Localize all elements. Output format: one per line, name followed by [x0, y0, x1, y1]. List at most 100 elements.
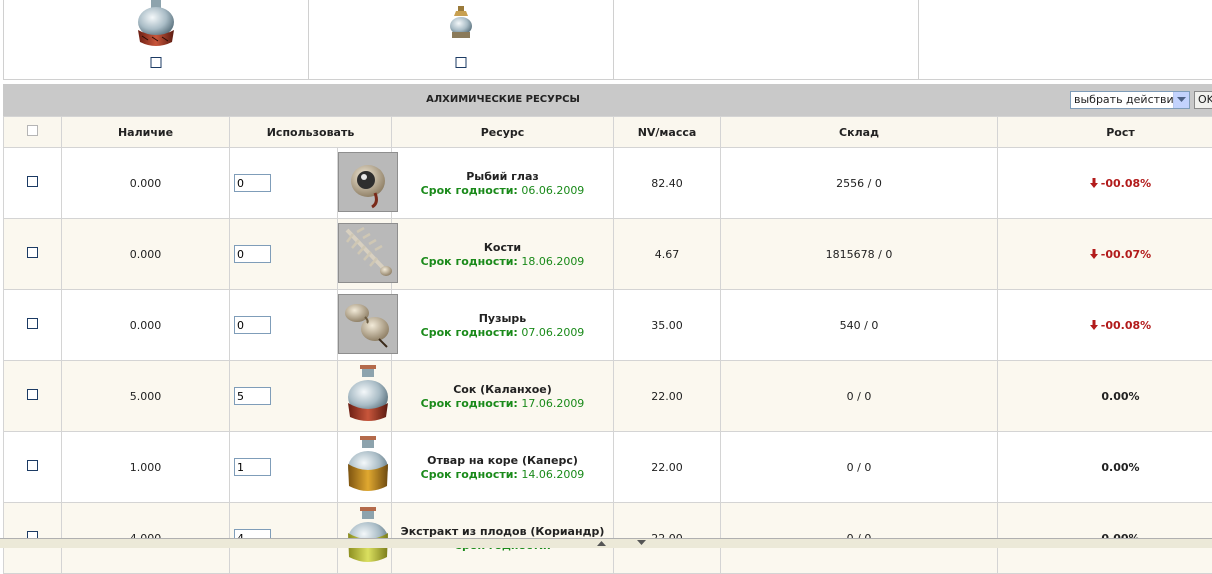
table-header-row: Наличие Использовать Ресурс NV/масса Скл…: [4, 117, 1212, 148]
row-checkbox[interactable]: [27, 460, 38, 471]
action-select[interactable]: выбрать действие: [1070, 91, 1190, 109]
growth-cell: 0.00%: [998, 361, 1212, 432]
expiry-info: Срок годности: 18.06.2009: [392, 255, 613, 268]
growth-text: -00.07%: [1101, 248, 1151, 261]
expiry-info: Срок годности: 06.06.2009: [392, 184, 613, 197]
expiry-date: 06.06.2009: [521, 184, 584, 197]
column-header-use: Использовать: [230, 117, 392, 148]
resource-name: Пузырь: [392, 312, 613, 325]
arrow-down-icon: [1090, 249, 1098, 259]
growth-value: 0.00%: [1101, 461, 1139, 474]
growth-value: -00.07%: [1090, 248, 1151, 261]
growth-text: -00.08%: [1101, 177, 1151, 190]
column-header-storage: Склад: [721, 117, 998, 148]
have-cell: 0.000: [62, 290, 230, 361]
row-checkbox[interactable]: [27, 247, 38, 258]
row-checkbox[interactable]: [27, 389, 38, 400]
expiry-date: 17.06.2009: [521, 397, 584, 410]
expiry-label: Срок годности:: [421, 184, 518, 197]
use-quantity-input[interactable]: [234, 458, 271, 476]
ok-button[interactable]: OK: [1194, 91, 1212, 109]
arrow-down-icon: [1090, 320, 1098, 330]
nv-mass-cell: 82.40: [614, 148, 721, 219]
row-checkbox[interactable]: [27, 318, 38, 329]
table-row: 5.000 Сок (Каланхое) Срок годности: 17.0…: [4, 361, 1212, 432]
growth-value: -00.08%: [1090, 177, 1151, 190]
storage-cell: 0 / 0: [721, 432, 998, 503]
expiry-info: Срок годности: 17.06.2009: [392, 397, 613, 410]
use-quantity-input[interactable]: [234, 174, 271, 192]
action-select-value: выбрать действие: [1074, 93, 1180, 106]
resource-cell: Рыбий глаз Срок годности: 06.06.2009: [392, 148, 614, 219]
potion-bottle-icon: [134, 0, 178, 50]
use-quantity-input[interactable]: [234, 316, 271, 334]
select-all-checkbox[interactable]: [27, 125, 38, 136]
have-cell: 5.000: [62, 361, 230, 432]
expiry-label: Срок годности:: [421, 326, 518, 339]
small-flask-icon: [446, 6, 476, 42]
nv-mass-cell: 4.67: [614, 219, 721, 290]
growth-value: 0.00%: [1101, 390, 1139, 403]
resource-cell: Сок (Каланхое) Срок годности: 17.06.2009: [392, 361, 614, 432]
growth-cell: 0.00%: [998, 432, 1212, 503]
select-checkbox[interactable]: [151, 57, 162, 68]
nv-mass-cell: 22.00: [614, 432, 721, 503]
previous-item-cell: [4, 0, 309, 79]
resource-name: Экстракт из плодов (Кориандр): [392, 525, 613, 538]
chevron-down-icon[interactable]: [1173, 92, 1189, 108]
bones-icon: [338, 223, 398, 283]
resource-name: Кости: [392, 241, 613, 254]
expiry-date: 18.06.2009: [521, 255, 584, 268]
expiry-info: Срок годности: 14.06.2009: [392, 468, 613, 481]
expiry-label: Срок годности:: [421, 255, 518, 268]
expiry-date: 14.06.2009: [521, 468, 584, 481]
resource-name: Отвар на коре (Каперс): [392, 454, 613, 467]
expiry-label: Срок годности:: [421, 468, 518, 481]
column-header-nv-mass: NV/масса: [614, 117, 721, 148]
use-quantity-input[interactable]: [234, 387, 271, 405]
scroll-up-icon[interactable]: [597, 540, 606, 546]
storage-cell: 1815678 / 0: [721, 219, 998, 290]
previous-item-cell: [614, 0, 919, 79]
table-row: 1.000 Отвар на коре (Каперс) Срок годнос…: [4, 432, 1212, 503]
section-title: АЛХИМИЧЕСКИЕ РЕСУРСЫ: [3, 84, 1003, 116]
resource-cell: Кости Срок годности: 18.06.2009: [392, 219, 614, 290]
resource-cell: Пузырь Срок годности: 07.06.2009: [392, 290, 614, 361]
have-cell: 1.000: [62, 432, 230, 503]
have-cell: 0.000: [62, 148, 230, 219]
potion-bottle-icon: [338, 436, 398, 496]
expiry-date: 07.06.2009: [521, 326, 584, 339]
previous-items-strip: [3, 0, 1212, 80]
growth-text: -00.08%: [1101, 319, 1151, 332]
expiry-info: Срок годности: 07.06.2009: [392, 326, 613, 339]
row-checkbox[interactable]: [27, 176, 38, 187]
nv-mass-cell: 22.00: [614, 361, 721, 432]
growth-cell: -00.08%: [998, 148, 1212, 219]
use-quantity-input[interactable]: [234, 245, 271, 263]
storage-cell: 2556 / 0: [721, 148, 998, 219]
column-header-have: Наличие: [62, 117, 230, 148]
select-all-cell: [4, 117, 62, 148]
growth-value: -00.08%: [1090, 319, 1151, 332]
have-cell: 0.000: [62, 219, 230, 290]
growth-cell: -00.08%: [998, 290, 1212, 361]
potion-bottle-icon: [338, 365, 398, 425]
potion-bottle-icon: [338, 507, 398, 567]
resource-name: Сок (Каланхое): [392, 383, 613, 396]
expiry-label: Срок годности:: [421, 397, 518, 410]
column-header-growth: Рост: [998, 117, 1212, 148]
column-header-resource: Ресурс: [392, 117, 614, 148]
nv-mass-cell: 35.00: [614, 290, 721, 361]
storage-cell: 540 / 0: [721, 290, 998, 361]
select-checkbox[interactable]: [456, 57, 467, 68]
resource-cell: Отвар на коре (Каперс) Срок годности: 14…: [392, 432, 614, 503]
fish-eye-icon: [338, 152, 398, 212]
storage-cell: 0 / 0: [721, 361, 998, 432]
scroll-down-icon[interactable]: [637, 540, 646, 546]
table-row: 0.000 Рыбий глаз Срок годности: 06.06.20…: [4, 148, 1212, 219]
resource-name: Рыбий глаз: [392, 170, 613, 183]
section-header: АЛХИМИЧЕСКИЕ РЕСУРСЫ выбрать действие OK: [3, 84, 1212, 116]
table-row: 0.000 Кости Срок годности: 18.06.2009 4.…: [4, 219, 1212, 290]
previous-item-cell: [919, 0, 1212, 79]
table-row: 0.000 Пузырь Срок годности: 07.06.2009 3…: [4, 290, 1212, 361]
